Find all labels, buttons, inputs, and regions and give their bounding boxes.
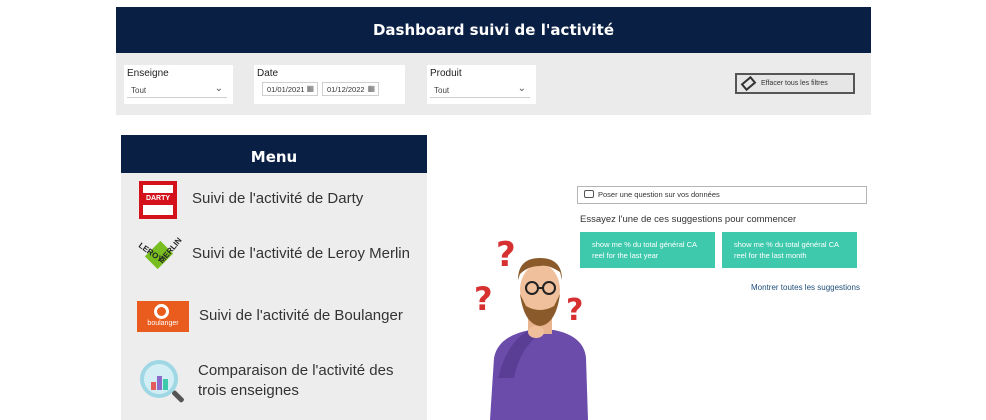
end-date-input[interactable]: 01/12/2022 ▦ [322, 82, 379, 96]
calendar-icon[interactable]: ▦ [367, 84, 375, 93]
darty-logo[interactable]: DARTY [139, 181, 177, 219]
suggestion-text: show me % du total général CA [734, 240, 840, 249]
boulanger-logo[interactable]: boulanger [137, 301, 189, 332]
date-label: Date [257, 68, 279, 79]
menu-item-darty[interactable]: Suivi de l'activité de Darty [192, 189, 363, 209]
chevron-down-icon: ⌄ [517, 83, 526, 94]
enseigne-label: Enseigne [127, 68, 169, 79]
show-all-suggestions-link[interactable]: Montrer toutes les suggestions [751, 283, 860, 292]
start-date-input[interactable]: 01/01/2021 ▦ [262, 82, 318, 96]
question-mark-icon: ? [566, 293, 583, 328]
menu-title: Menu [121, 135, 427, 173]
boulanger-logo-circle [154, 304, 169, 319]
magnifier-handle [171, 389, 185, 404]
enseigne-dropdown[interactable]: Tout ⌄ [127, 82, 227, 98]
menu-item-leroy-merlin[interactable]: Suivi de l'activité de Leroy Merlin [192, 244, 410, 264]
menu-title-text: Menu [250, 148, 298, 166]
question-mark-icon: ? [474, 280, 493, 318]
enseigne-slicer: Enseigne Tout ⌄ [124, 65, 233, 104]
qa-input[interactable]: Poser une question sur vos données [577, 186, 867, 204]
suggestion-text: reel for the last month [734, 250, 807, 260]
menu-item-comparaison[interactable]: Comparaison de l'activité des trois ense… [198, 361, 418, 402]
qa-placeholder: Poser une question sur vos données [598, 190, 720, 199]
page-header: Dashboard suivi de l'activité [116, 7, 871, 53]
eraser-icon [740, 75, 757, 92]
magnifier-chart-icon[interactable] [138, 358, 186, 406]
page-title: Dashboard suivi de l'activité [372, 21, 615, 39]
boulanger-logo-text: boulanger [147, 320, 179, 327]
chart-bar [163, 379, 168, 390]
menu-item-boulanger[interactable]: Suivi de l'activité de Boulanger [199, 306, 403, 326]
thinking-man-illustration: ? ? ? [474, 235, 588, 420]
darty-logo-text: DARTY [142, 193, 174, 205]
produit-dropdown[interactable]: Tout ⌄ [430, 82, 530, 98]
chevron-down-icon: ⌄ [214, 83, 223, 94]
chart-bar [157, 376, 162, 390]
end-date-value: 01/12/2022 [327, 85, 365, 94]
man-hand [528, 326, 544, 338]
produit-slicer: Produit Tout ⌄ [427, 65, 536, 104]
date-slicer: Date 01/01/2021 ▦ 01/12/2022 ▦ [254, 65, 405, 104]
chart-bar [151, 382, 156, 390]
clear-filters-label: Effacer tous les filtres [761, 80, 828, 87]
produit-value: Tout [434, 86, 450, 95]
start-date-value: 01/01/2021 [267, 85, 305, 94]
produit-label: Produit [430, 68, 462, 79]
enseigne-value: Tout [131, 86, 147, 95]
clear-filters-button[interactable]: Effacer tous les filtres [735, 73, 855, 94]
suggestions-title: Essayez l'une de ces suggestions pour co… [580, 214, 797, 225]
calendar-icon[interactable]: ▦ [306, 84, 314, 93]
dashboard-page: Dashboard suivi de l'activité Enseigne T… [0, 0, 986, 420]
chat-bubble-icon [584, 190, 594, 198]
leroy-merlin-logo[interactable]: LEROY MERLIN [135, 236, 184, 272]
suggestion-button-month[interactable]: show me % du total général CA reel for t… [722, 232, 857, 268]
question-mark-icon: ? [496, 235, 516, 275]
